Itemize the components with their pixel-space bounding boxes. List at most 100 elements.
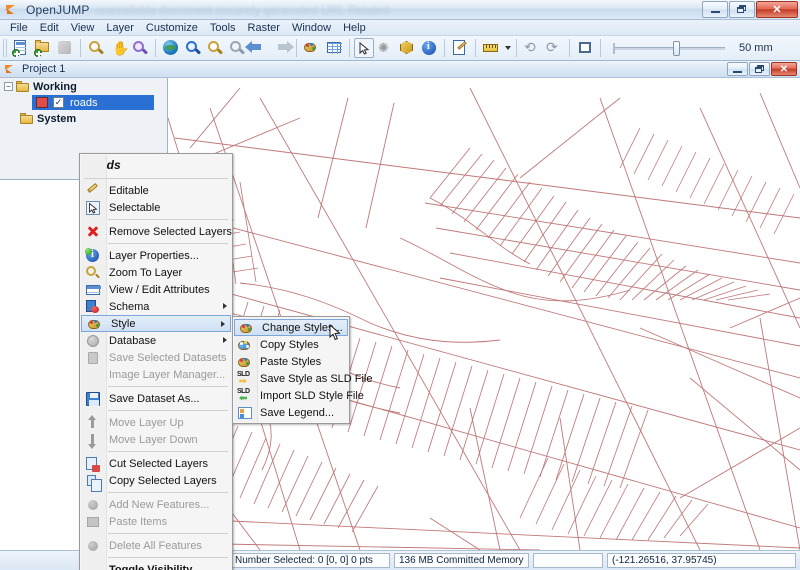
style-palette-icon	[235, 319, 259, 336]
menu-item-layer-properties[interactable]: Layer Properties...	[80, 247, 232, 264]
menu-edit[interactable]: Edit	[34, 21, 65, 35]
menu-tools[interactable]: Tools	[204, 21, 242, 35]
restore-button[interactable]	[729, 1, 755, 18]
menu-view[interactable]: View	[65, 21, 101, 35]
menu-separator	[108, 386, 228, 387]
pan-tool-icon[interactable]: ✋	[107, 37, 129, 59]
pencil-icon	[80, 182, 106, 199]
scale-slider[interactable]: 50 mm	[613, 40, 773, 56]
close-button[interactable]: ✕	[756, 1, 798, 18]
redo-icon[interactable]: ⟳	[543, 37, 565, 59]
menu-item-database[interactable]: Database	[80, 332, 232, 349]
menu-window[interactable]: Window	[286, 21, 337, 35]
menu-item-zoom-to-layer[interactable]: Zoom To Layer	[80, 264, 232, 281]
iframe-close-button[interactable]: ✕	[771, 62, 797, 76]
cursor-glyph	[359, 41, 369, 55]
submenu-item-paste-styles[interactable]: Paste Styles	[233, 353, 349, 370]
menu-layer[interactable]: Layer	[100, 21, 140, 35]
layer-visibility-checkbox[interactable]: ✓	[53, 97, 64, 108]
previous-view-icon[interactable]	[245, 37, 270, 59]
select-geometry-icon[interactable]	[396, 37, 418, 59]
zoom-tool-icon[interactable]	[85, 37, 107, 59]
menu-separator	[108, 243, 228, 244]
checkmark-icon: ✓	[54, 97, 63, 107]
feature-info-icon[interactable]	[418, 37, 440, 59]
menu-item-label: Save Dataset As...	[109, 392, 200, 405]
menu-help[interactable]: Help	[337, 21, 372, 35]
submenu-item-label: Import SLD Style File	[260, 389, 364, 402]
zoom-full-extent-icon[interactable]	[160, 37, 182, 59]
next-view-icon[interactable]	[270, 37, 294, 59]
submenu-item-save-legend[interactable]: Save Legend...	[233, 404, 349, 421]
iframe-restore-button[interactable]	[749, 62, 770, 76]
menu-item-label: Move Layer Up	[109, 416, 184, 429]
scale-slider-thumb[interactable]	[673, 40, 680, 56]
zoom-out-icon[interactable]	[204, 37, 226, 59]
edit-tool-icon[interactable]	[449, 37, 471, 59]
menu-item-move-layer-down: Move Layer Down	[80, 431, 232, 449]
menu-item-toggle-visibility[interactable]: Toggle Visibility	[80, 561, 232, 570]
zoom-realtime-icon[interactable]	[129, 37, 151, 59]
measure-tool-icon[interactable]	[480, 37, 502, 59]
tree-node-system[interactable]: System	[0, 110, 167, 127]
menu-item-label: Save Selected Datasets	[109, 351, 227, 364]
menu-raster[interactable]: Raster	[242, 21, 286, 35]
toolbar-separator	[600, 39, 601, 57]
submenu-item-import-sld-style-file[interactable]: SLD Import SLD Style File	[233, 387, 364, 404]
new-project-icon[interactable]	[10, 37, 32, 59]
submenu-item-label: Paste Styles	[260, 355, 322, 368]
gray-sphere-icon	[80, 537, 106, 554]
menu-item-copy-selected-layers[interactable]: Copy Selected Layers	[80, 472, 232, 492]
menu-item-save-dataset-as[interactable]: Save Dataset As...	[80, 390, 232, 407]
menu-item-label: Toggle Visibility	[109, 563, 193, 570]
tree-category-label: Working	[33, 80, 77, 93]
zoom-in-icon[interactable]	[182, 37, 204, 59]
submenu-item-change-styles[interactable]: Change Styles...	[234, 319, 348, 336]
toolbar-separator	[80, 39, 81, 57]
menu-item-style[interactable]: Style	[81, 315, 231, 332]
menu-item-label: Copy Selected Layers	[109, 474, 217, 487]
menu-item-editable[interactable]: Editable	[80, 182, 232, 199]
open-project-icon[interactable]	[32, 37, 54, 59]
layer-color-swatch[interactable]	[36, 97, 48, 108]
select-feature-icon[interactable]	[354, 38, 374, 58]
select-parts-icon[interactable]: ✺	[374, 37, 396, 59]
window-titlebar: OpenJUMP unavailable document securely g…	[0, 0, 800, 20]
toolbar-separator	[349, 39, 350, 57]
style-submenu: Change Styles... Copy Styles Paste Style…	[232, 316, 373, 424]
menu-customize[interactable]: Customize	[140, 21, 204, 35]
sld-save-icon: SLD	[233, 370, 257, 387]
save-project-icon[interactable]	[54, 37, 76, 59]
submenu-item-copy-styles[interactable]: Copy Styles	[233, 336, 349, 353]
layer-name-label: roads	[68, 96, 100, 109]
minimize-button[interactable]	[702, 1, 728, 18]
submenu-item-save-style-as-sld[interactable]: SLD Save Style as SLD File	[233, 370, 373, 387]
tree-node-roads[interactable]: ✓ roads	[32, 95, 154, 110]
menu-item-cut-selected-layers[interactable]: Cut Selected Layers	[80, 455, 232, 472]
project-window-title: Project 1	[22, 63, 66, 75]
status-number-selected: Number Selected: 0 [0, 0] 0 pts	[230, 553, 390, 568]
menu-item-schema[interactable]: Schema	[80, 298, 232, 315]
iframe-minimize-button[interactable]	[727, 62, 748, 76]
project-window-titlebar: Project 1 ✕	[0, 61, 800, 78]
measure-dropdown-arrow-icon[interactable]	[502, 37, 512, 59]
menu-file[interactable]: File	[4, 21, 34, 35]
undo-icon[interactable]: ⟲	[521, 37, 543, 59]
menu-separator	[108, 492, 228, 493]
tree-expand-toggle[interactable]: −	[4, 82, 13, 91]
chevron-right-icon	[223, 303, 227, 309]
disk-icon	[80, 390, 106, 407]
toolbar-grip[interactable]	[3, 39, 8, 57]
scale-slider-track[interactable]	[615, 40, 725, 56]
menu-item-remove-selected-layers[interactable]: Remove Selected Layers	[80, 223, 232, 240]
menu-item-label: Style	[111, 317, 136, 330]
tree-node-working[interactable]: − Working	[0, 78, 167, 95]
status-memory: 136 MB Committed Memory	[394, 553, 529, 568]
layer-style-icon[interactable]	[301, 37, 323, 59]
draw-rectangle-icon[interactable]	[574, 37, 596, 59]
menu-item-selectable[interactable]: Selectable	[80, 199, 232, 216]
arrow-down-icon	[80, 431, 106, 449]
menu-item-view-edit-attributes[interactable]: View / Edit Attributes	[80, 281, 232, 298]
copy-icon	[80, 472, 106, 492]
attribute-table-icon[interactable]	[323, 37, 345, 59]
